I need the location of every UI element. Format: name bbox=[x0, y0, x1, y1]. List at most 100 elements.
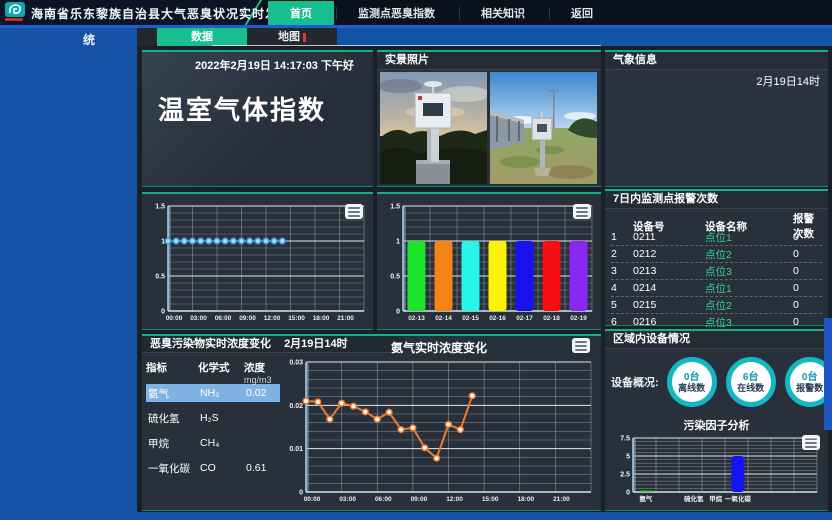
greenhouse-index-title: 温室气体指数 bbox=[158, 90, 326, 127]
stat-label: 报警数 bbox=[796, 383, 823, 393]
stat-label: 离线数 bbox=[678, 383, 705, 393]
odor-table-row[interactable]: 一氧化碳CO0.61 bbox=[146, 459, 280, 477]
device-panel: 区域内设备情况 设备概况: 0台离线数6台在线数0台报警数 污染因子分析 02.… bbox=[605, 329, 828, 511]
stat-circle: 0台离线数 bbox=[667, 357, 717, 407]
title-wrap-char: 统 bbox=[83, 31, 95, 48]
greenhouse-line-chart-panel: 00.511.500:0003:0006:0009:0012:0015:0018… bbox=[142, 192, 373, 330]
svg-text:硫化氢: 硫化氢 bbox=[684, 494, 704, 503]
svg-text:7.5: 7.5 bbox=[620, 436, 630, 443]
device-overview: 设备概况: 0台离线数6台在线数0台报警数 bbox=[605, 351, 828, 413]
odor-table-row[interactable]: 甲烷CH₄ bbox=[146, 434, 280, 452]
photos-panel-title: 实景照片 bbox=[377, 52, 601, 70]
svg-text:0.02: 0.02 bbox=[289, 403, 303, 410]
nav-item[interactable]: 监测点恶臭指数 bbox=[336, 1, 457, 25]
scroll-strip[interactable] bbox=[824, 318, 832, 430]
site-photo-1 bbox=[380, 72, 487, 184]
alarm-row-device-name: 点位2 bbox=[705, 298, 793, 313]
odor-panel: 恶臭污染物实时浓度变化 2月19日14时 指标 化学式 浓度 mg/m3 氨气N… bbox=[142, 334, 601, 511]
odor-table: 指标 化学式 浓度 mg/m3 氨气NH₃0.02硫化氢H₂S甲烷CH₄一氧化碳… bbox=[146, 358, 280, 484]
stat-count: 0台 bbox=[802, 372, 818, 383]
pollution-factor-bar-chart[interactable]: 02.557.5氨气硫化氢甲烷一氧化碳 bbox=[609, 432, 822, 506]
svg-text:15:00: 15:00 bbox=[288, 315, 305, 322]
chart-toolbox-icon[interactable] bbox=[345, 204, 363, 219]
view-tab[interactable]: 地图 bbox=[247, 28, 337, 46]
view-tab[interactable]: 数据 bbox=[157, 28, 247, 46]
nav-item[interactable]: 返回 bbox=[549, 1, 615, 25]
chart-toolbox-icon[interactable] bbox=[572, 338, 590, 353]
svg-text:06:00: 06:00 bbox=[375, 496, 392, 503]
ammonia-line-chart[interactable]: 00.010.020.0300:0003:0006:0009:0012:0015… bbox=[282, 356, 596, 506]
logo-subtext bbox=[5, 18, 23, 21]
odor-table-row[interactable]: 氨气NH₃0.02 bbox=[146, 384, 280, 402]
app-title: 海南省乐东黎族自治县大气恶臭状况实时发布系 bbox=[31, 5, 304, 22]
svg-text:12:00: 12:00 bbox=[446, 496, 463, 503]
svg-text:02-17: 02-17 bbox=[516, 315, 533, 322]
photos-panel: 实景照片 bbox=[377, 50, 601, 187]
device-panel-title: 区域内设备情况 bbox=[605, 331, 828, 349]
stat-count: 6台 bbox=[743, 372, 759, 383]
odor-row-name: 甲烷 bbox=[148, 436, 200, 451]
svg-text:18:00: 18:00 bbox=[517, 496, 534, 503]
odor-table-row[interactable]: 硫化氢H₂S bbox=[146, 409, 280, 427]
bottom-edge bbox=[0, 512, 832, 520]
alarm-row-count: 0 bbox=[793, 316, 822, 328]
svg-text:02-14: 02-14 bbox=[435, 315, 452, 322]
alarm-row-index: 6 bbox=[611, 316, 633, 328]
alarm-table-row: 40214点位10 bbox=[611, 280, 822, 297]
nav-item[interactable]: 首页 bbox=[268, 1, 334, 25]
svg-text:氨气: 氨气 bbox=[639, 494, 653, 503]
odor-row-name: 硫化氢 bbox=[148, 411, 200, 426]
svg-text:02-19: 02-19 bbox=[570, 315, 587, 322]
alarm-table: 设备号 设备名称 报警次数 10211点位1020212点位2030213点位3… bbox=[605, 209, 828, 331]
svg-text:00:00: 00:00 bbox=[304, 496, 321, 503]
nav-item[interactable]: 相关知识 bbox=[459, 1, 547, 25]
greenhouse-line-chart[interactable]: 00.511.500:0003:0006:0009:0012:0015:0018… bbox=[144, 200, 369, 325]
alarm-row-index: 4 bbox=[611, 282, 633, 294]
svg-text:0.5: 0.5 bbox=[155, 274, 165, 281]
svg-text:0: 0 bbox=[299, 490, 303, 497]
daily-bar-chart[interactable]: 00.511.502-1302-1402-1502-1602-1702-1802… bbox=[379, 200, 597, 325]
svg-text:21:00: 21:00 bbox=[337, 315, 354, 322]
svg-text:06:00: 06:00 bbox=[215, 315, 232, 322]
alarm-row-device-name: 点位3 bbox=[705, 315, 793, 330]
odor-unit: mg/m3 bbox=[244, 375, 280, 385]
site-photo-2 bbox=[490, 72, 597, 184]
alarm-table-row: 50215点位20 bbox=[611, 297, 822, 314]
factor-chart-area: 02.557.5氨气硫化氢甲烷一氧化碳 bbox=[609, 432, 822, 506]
weather-timestamp: 2月19日14时 bbox=[756, 73, 820, 89]
view-tabs: 数据地图 bbox=[137, 28, 337, 46]
weather-panel-title: 气象信息 bbox=[605, 52, 828, 70]
ammonia-chart-title: 氨气实时浓度变化 bbox=[282, 339, 596, 356]
alarm-table-row: 10211点位10 bbox=[611, 229, 822, 246]
alarm-row-index: 3 bbox=[611, 265, 633, 277]
odor-title-text: 恶臭污染物实时浓度变化 bbox=[150, 338, 271, 350]
svg-text:0: 0 bbox=[396, 309, 400, 316]
alarm-row-count: 0 bbox=[793, 299, 822, 311]
alarm-table-row: 20212点位20 bbox=[611, 246, 822, 263]
svg-text:18:00: 18:00 bbox=[313, 315, 330, 322]
alarm-row-index: 5 bbox=[611, 299, 633, 311]
svg-text:09:00: 09:00 bbox=[239, 315, 256, 322]
ammonia-chart-area: 氨气实时浓度变化 00.010.020.0300:0003:0006:0009:… bbox=[282, 339, 596, 506]
alarm-row-device-id: 0215 bbox=[633, 299, 705, 311]
chart-toolbox-icon[interactable] bbox=[573, 204, 591, 219]
alarm-row-device-id: 0212 bbox=[633, 248, 705, 260]
svg-text:02-16: 02-16 bbox=[489, 315, 506, 322]
stat-count: 0台 bbox=[684, 372, 700, 383]
sidebar: 统 bbox=[0, 28, 137, 520]
alarm-row-count: 0 bbox=[793, 231, 822, 243]
topbar: 海南省乐东黎族自治县大气恶臭状况实时发布系 首页监测点恶臭指数相关知识返回 bbox=[0, 0, 832, 25]
alarm-panel-title: 7日内监测点报警次数 bbox=[605, 191, 828, 209]
odor-col-concentration: 浓度 mg/m3 bbox=[244, 360, 280, 385]
main-nav: 首页监测点恶臭指数相关知识返回 bbox=[268, 0, 615, 25]
odor-row-name: 氨气 bbox=[148, 386, 200, 401]
svg-text:甲烷: 甲烷 bbox=[709, 494, 723, 503]
odor-row-formula: NH₃ bbox=[200, 387, 246, 399]
stat-circle: 6台在线数 bbox=[726, 357, 776, 407]
tab-cursor-mark bbox=[303, 33, 306, 42]
svg-text:1: 1 bbox=[396, 239, 400, 246]
svg-text:12:00: 12:00 bbox=[264, 315, 281, 322]
odor-row-formula: H₂S bbox=[200, 412, 246, 424]
svg-text:09:00: 09:00 bbox=[411, 496, 428, 503]
odor-row-name: 一氧化碳 bbox=[148, 461, 200, 476]
